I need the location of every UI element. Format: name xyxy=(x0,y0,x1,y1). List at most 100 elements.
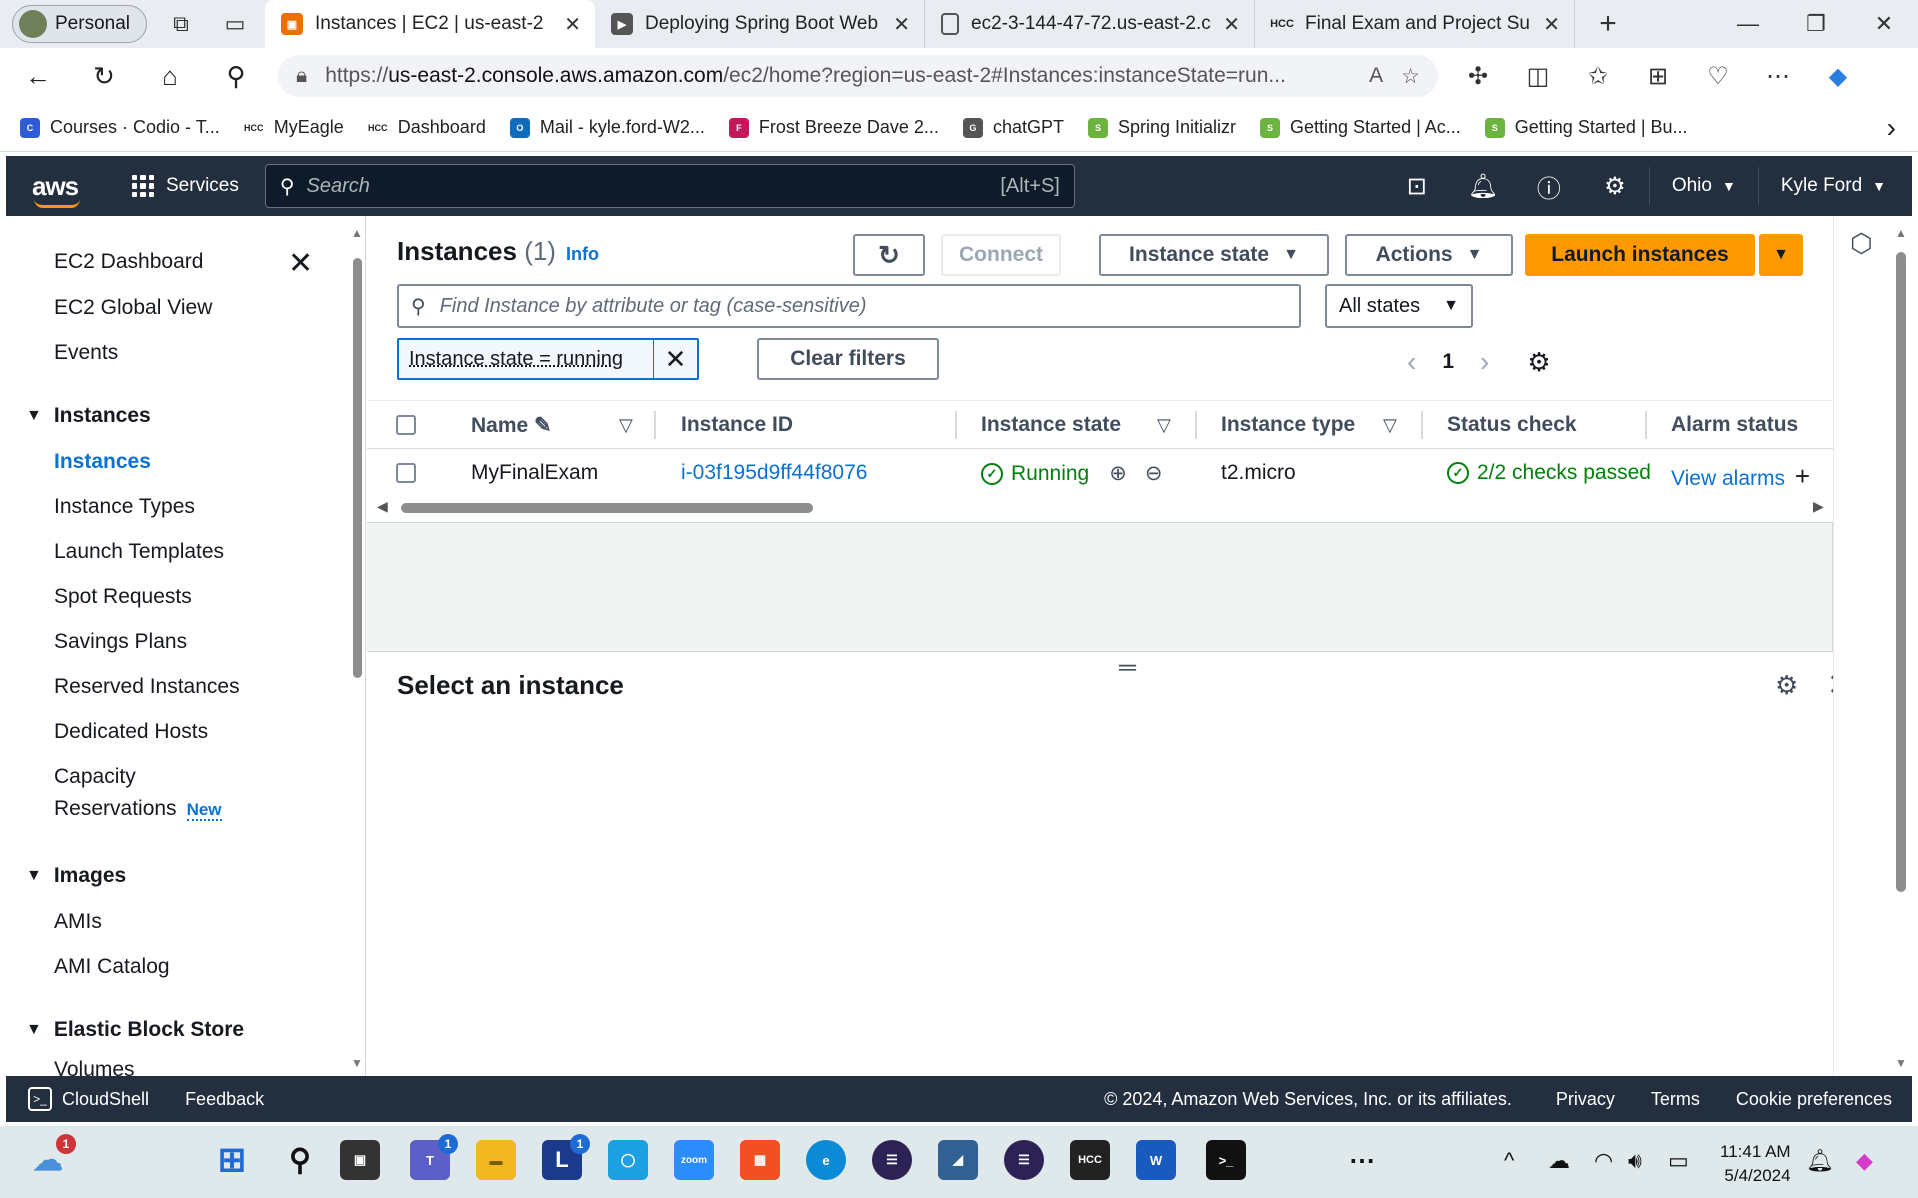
copilot-icon[interactable]: ◆ xyxy=(1808,54,1868,98)
nav-events[interactable]: Events xyxy=(54,341,118,365)
wifi-icon[interactable]: ◠ xyxy=(1594,1148,1613,1174)
instance-search-input[interactable]: ⚲ Find Instance by attribute or tag (cas… xyxy=(397,284,1301,328)
filter-chip[interactable]: Instance state = running ✕ xyxy=(397,338,699,380)
search-icon[interactable]: ⚲ xyxy=(208,54,264,98)
terminal-icon[interactable]: >_ xyxy=(1206,1140,1246,1180)
lock-icon[interactable]: 🔒︎ xyxy=(296,64,307,88)
show-hidden-icons-icon[interactable]: ^ xyxy=(1504,1148,1514,1174)
edge-icon[interactable]: e xyxy=(806,1140,846,1180)
refresh-button[interactable]: ↻ xyxy=(853,234,925,276)
nav-ec2-global-view[interactable]: EC2 Global View xyxy=(54,296,212,320)
zoom-in-icon[interactable]: ⊕ xyxy=(1109,461,1127,486)
start-windows-icon[interactable]: ⊞ xyxy=(212,1140,252,1180)
col-name[interactable]: Name ✎ xyxy=(471,413,552,438)
add-alarm-icon[interactable]: + xyxy=(1795,461,1810,491)
clear-filters-button[interactable]: Clear filters xyxy=(757,338,939,380)
nav-section-ebs[interactable]: ▼ Elastic Block Store xyxy=(26,1018,244,1042)
eclipse-icon[interactable]: ☰ xyxy=(872,1140,912,1180)
address-bar[interactable]: 🔒︎ https://us-east-2.console.aws.amazon.… xyxy=(278,55,1438,97)
page-scrollbar[interactable]: ▲ ▼ xyxy=(1892,226,1910,1071)
store-icon[interactable]: ▦ xyxy=(740,1140,780,1180)
scroll-down-arrow-icon[interactable]: ▼ xyxy=(351,1056,363,1070)
hcc-app-icon[interactable]: HCC xyxy=(1070,1140,1110,1180)
lexia-icon[interactable]: L1 xyxy=(542,1134,590,1180)
nav-section-images[interactable]: ▼ Images xyxy=(26,864,126,888)
close-tab-icon[interactable]: ✕ xyxy=(893,12,910,37)
nav-volumes[interactable]: Volumes xyxy=(54,1058,135,1076)
scroll-up-arrow-icon[interactable]: ▲ xyxy=(351,226,363,240)
browser-tab-spring[interactable]: ▶ Deploying Spring Boot Web ✕ xyxy=(595,0,925,48)
more-apps-icon[interactable]: ⋯ xyxy=(1342,1140,1382,1180)
alexa-icon[interactable]: ◯ xyxy=(608,1140,648,1180)
settings-gear-icon[interactable]: ⚙ xyxy=(1593,164,1637,208)
close-window-icon[interactable]: ✕ xyxy=(1850,11,1918,37)
close-tab-icon[interactable]: ✕ xyxy=(564,12,581,37)
taskbar-search-icon[interactable]: ⚲ xyxy=(280,1140,320,1180)
scroll-thumb[interactable] xyxy=(353,258,362,678)
prev-page-icon[interactable]: ‹ xyxy=(1407,346,1416,378)
bookmark-item[interactable]: GchatGPT xyxy=(962,117,1064,138)
privacy-link[interactable]: Privacy xyxy=(1556,1089,1615,1110)
launch-dropdown-button[interactable]: ▼ xyxy=(1759,234,1803,276)
close-nav-icon[interactable]: ✕ xyxy=(288,246,313,281)
bookmark-item[interactable]: O Mail - kyle.ford-W2... xyxy=(509,117,705,138)
workspaces-icon[interactable]: ⧉ xyxy=(161,4,201,44)
back-icon[interactable]: ← xyxy=(10,54,66,98)
browser-tab-ec2-host[interactable]: ec2-3-144-47-72.us-east-2.co ✕ xyxy=(925,0,1255,48)
onedrive-icon[interactable]: ☁ xyxy=(1548,1148,1570,1174)
copilot-taskbar-icon[interactable]: ◆ xyxy=(1856,1148,1873,1174)
nav-savings-plans[interactable]: Savings Plans xyxy=(54,630,187,654)
cloudshell-icon[interactable]: ⊡ xyxy=(1395,164,1439,208)
col-instance-id[interactable]: Instance ID xyxy=(681,413,793,437)
close-tab-icon[interactable]: ✕ xyxy=(1543,12,1560,37)
bookmark-item[interactable]: HCC Dashboard xyxy=(367,117,486,138)
browser-essentials-icon[interactable]: ♡ xyxy=(1688,54,1748,98)
connect-button[interactable]: Connect xyxy=(941,234,1061,276)
scroll-down-arrow-icon[interactable]: ▼ xyxy=(1895,1056,1907,1070)
extensions-icon[interactable]: ✣ xyxy=(1448,54,1508,98)
tab-actions-icon[interactable]: ▭ xyxy=(215,4,255,44)
view-alarms-link[interactable]: View alarms xyxy=(1671,467,1785,490)
task-view-icon[interactable]: ▣ xyxy=(340,1140,380,1180)
nav-dedicated-hosts[interactable]: Dedicated Hosts xyxy=(54,720,208,744)
nav-spot-requests[interactable]: Spot Requests xyxy=(54,585,192,609)
help-icon[interactable]: ⓘ xyxy=(1527,164,1571,208)
scroll-thumb[interactable] xyxy=(401,503,813,513)
nav-instances[interactable]: Instances xyxy=(54,450,151,474)
volume-icon[interactable]: 🔊︎ xyxy=(1628,1148,1642,1174)
scroll-left-arrow-icon[interactable]: ◀ xyxy=(377,498,388,515)
table-horizontal-scrollbar[interactable]: ◀ ▶ xyxy=(377,497,1827,517)
reload-icon[interactable]: ↻ xyxy=(76,54,132,98)
launch-instances-button[interactable]: Launch instances xyxy=(1525,234,1755,276)
notifications-bell-icon[interactable]: 🔔︎ xyxy=(1461,164,1505,208)
nav-amis[interactable]: AMIs xyxy=(54,910,102,934)
read-aloud-icon[interactable]: A xyxy=(1369,64,1383,88)
current-page[interactable]: 1 xyxy=(1442,350,1454,374)
info-link[interactable]: Info xyxy=(566,244,599,264)
col-alarm-status[interactable]: Alarm status xyxy=(1671,413,1798,437)
sidebar-scrollbar[interactable]: ▲ ▼ xyxy=(348,226,365,1071)
weather-icon[interactable]: ☁ 1 xyxy=(28,1134,76,1180)
services-menu[interactable]: Services xyxy=(132,175,239,197)
column-divider[interactable] xyxy=(1195,411,1197,439)
scroll-up-arrow-icon[interactable]: ▲ xyxy=(1895,226,1907,240)
help-panel-icon[interactable]: ⬡ xyxy=(1850,228,1873,259)
nav-ec2-dashboard[interactable]: EC2 Dashboard xyxy=(54,250,203,274)
more-bookmarks-chevron-icon[interactable]: › xyxy=(1887,112,1896,144)
close-tab-icon[interactable]: ✕ xyxy=(1223,12,1240,37)
notifications-icon[interactable]: 🔔︎ xyxy=(1806,1148,1834,1174)
word-icon[interactable]: W xyxy=(1136,1140,1176,1180)
bookmark-item[interactable]: C Courses · Codio - T... xyxy=(20,117,220,138)
more-menu-icon[interactable]: ⋯ xyxy=(1748,54,1808,98)
bookmark-item[interactable]: S Getting Started | Ac... xyxy=(1260,117,1461,138)
column-divider[interactable] xyxy=(654,411,656,439)
bookmark-item[interactable]: HCC MyEagle xyxy=(243,117,344,138)
aws-search-input[interactable]: ⚲ Search [Alt+S] xyxy=(264,164,1075,208)
nav-section-instances[interactable]: ▼ Instances xyxy=(26,404,151,428)
sort-icon[interactable]: ▽ xyxy=(1383,415,1397,436)
collections-icon[interactable]: ⊞ xyxy=(1628,54,1688,98)
zoom-icon[interactable]: zoom xyxy=(674,1140,714,1180)
aws-logo[interactable]: aws xyxy=(32,171,92,208)
cookie-preferences-link[interactable]: Cookie preferences xyxy=(1736,1089,1892,1110)
eclipse-ide-icon[interactable]: ☰ xyxy=(1004,1140,1044,1180)
